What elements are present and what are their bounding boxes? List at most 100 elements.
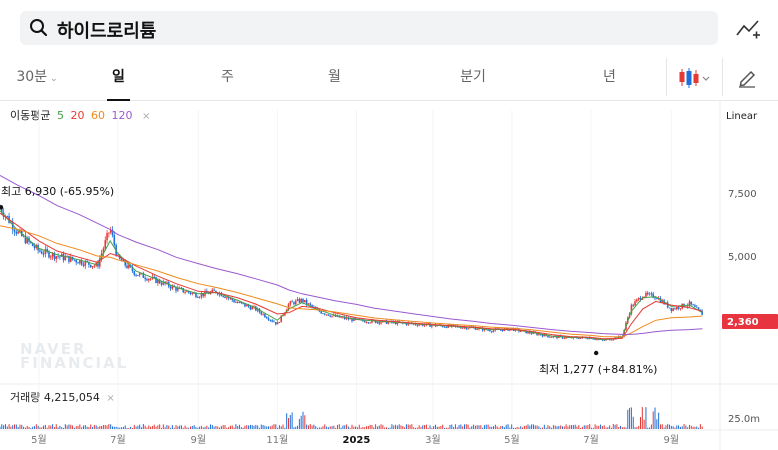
- volume-bar: [360, 427, 362, 429]
- search-bar[interactable]: 하이드로리튬: [20, 11, 718, 45]
- volume-bar: [493, 426, 495, 429]
- volume-bar: [287, 418, 289, 429]
- volume-bar: [202, 427, 204, 429]
- volume-bar: [576, 426, 578, 429]
- tab-30min[interactable]: 30분 ⌄: [14, 56, 60, 100]
- volume-bar: [580, 427, 582, 429]
- tab-day[interactable]: 일: [107, 56, 130, 101]
- candle-body: [260, 312, 263, 315]
- volume-bar: [594, 424, 596, 429]
- volume-bar: [275, 424, 277, 429]
- volume-bar: [17, 427, 19, 429]
- volume-bar: [164, 427, 166, 429]
- volume-bar: [612, 424, 614, 429]
- volume-bar: [387, 427, 389, 429]
- candle-body: [304, 299, 306, 303]
- candle-body: [637, 297, 640, 300]
- volume-bar: [665, 425, 667, 429]
- candlestick-icon[interactable]: [677, 66, 713, 90]
- candle-body: [6, 216, 9, 217]
- volume-bar: [175, 425, 177, 429]
- volume-bar: [46, 427, 48, 429]
- volume-bar: [460, 424, 462, 429]
- volume-bar: [41, 427, 43, 429]
- volume-bar: [376, 426, 378, 429]
- volume-bar: [509, 427, 511, 429]
- candle-body: [476, 329, 478, 330]
- volume-bar: [565, 424, 567, 429]
- volume-bar: [561, 426, 563, 429]
- volume-bar: [291, 412, 293, 429]
- volume-bar: [335, 427, 337, 429]
- volume-bar: [618, 427, 620, 429]
- candle-body: [68, 255, 70, 262]
- candle-body: [679, 308, 682, 310]
- volume-bar: [229, 425, 231, 429]
- candle-body: [79, 260, 81, 264]
- volume-bar: [166, 425, 168, 429]
- volume-bar: [378, 425, 380, 429]
- x-axis: 5월 7월 9월 11월 2025 3월 5월 7월 9월: [31, 434, 679, 446]
- volume-bar: [500, 425, 502, 429]
- volume-bar: [237, 425, 239, 429]
- candle-body: [146, 279, 148, 281]
- chart-compare-icon[interactable]: [735, 17, 761, 41]
- volume-bar: [449, 424, 451, 429]
- volume-bar: [26, 425, 28, 429]
- candle-body: [73, 259, 76, 261]
- volume-bar: [289, 415, 291, 429]
- candle-body: [271, 320, 273, 322]
- candle-body: [17, 231, 19, 234]
- volume-bar: [525, 425, 527, 429]
- candle-body: [300, 298, 302, 303]
- volume-bar: [538, 426, 540, 429]
- volume-bar: [151, 425, 153, 429]
- volume-bar: [10, 426, 12, 429]
- volume-bar: [621, 427, 623, 429]
- volume-bar: [313, 424, 315, 429]
- volume-bar: [66, 425, 68, 429]
- volume-bar: [61, 427, 63, 429]
- pencil-icon[interactable]: [736, 66, 758, 88]
- candle-body: [694, 305, 696, 307]
- volume-bar: [128, 427, 130, 429]
- price-chart[interactable]: NAVER FINANCIAL 최고 6,930 (-65.95%)최저 1,2…: [0, 100, 778, 450]
- volume-bar: [551, 427, 553, 429]
- candle-body: [340, 317, 342, 318]
- volume-bar: [690, 425, 692, 429]
- volume-bar: [494, 424, 496, 429]
- volume-bar: [280, 426, 282, 429]
- volume-bar: [302, 411, 304, 429]
- volume-bar: [650, 424, 652, 429]
- volume-bar: [554, 425, 556, 429]
- candle-body: [138, 273, 141, 276]
- volume-bar: [393, 425, 395, 429]
- volume-bar: [409, 424, 411, 429]
- volume-bar: [672, 426, 674, 429]
- tab-month[interactable]: 월: [323, 56, 346, 100]
- tab-week[interactable]: 주: [216, 56, 239, 100]
- volume-bar: [226, 427, 228, 429]
- volume-bar: [547, 425, 549, 429]
- volume-bar: [536, 425, 538, 429]
- tab-quarter[interactable]: 분기: [455, 56, 491, 100]
- volume-bar: [420, 426, 422, 429]
- volume-bar: [53, 427, 55, 429]
- volume-bar: [649, 427, 651, 429]
- volume-bar: [480, 425, 482, 429]
- search-icon: [30, 19, 48, 37]
- chart-grid: [0, 100, 778, 450]
- candle-body: [563, 338, 566, 339]
- volume-bar: [454, 424, 456, 429]
- volume-bar: [317, 427, 319, 429]
- volume-bar: [155, 426, 157, 429]
- volume-bar: [159, 424, 161, 429]
- volume-bar: [362, 426, 364, 429]
- volume-bar: [676, 425, 678, 429]
- candle-body: [298, 299, 301, 303]
- candle-body: [189, 292, 192, 294]
- tab-year[interactable]: 년: [598, 56, 621, 100]
- candle-body: [211, 289, 214, 292]
- x-tick-label: 9월: [191, 434, 207, 446]
- volume-bar: [670, 425, 672, 429]
